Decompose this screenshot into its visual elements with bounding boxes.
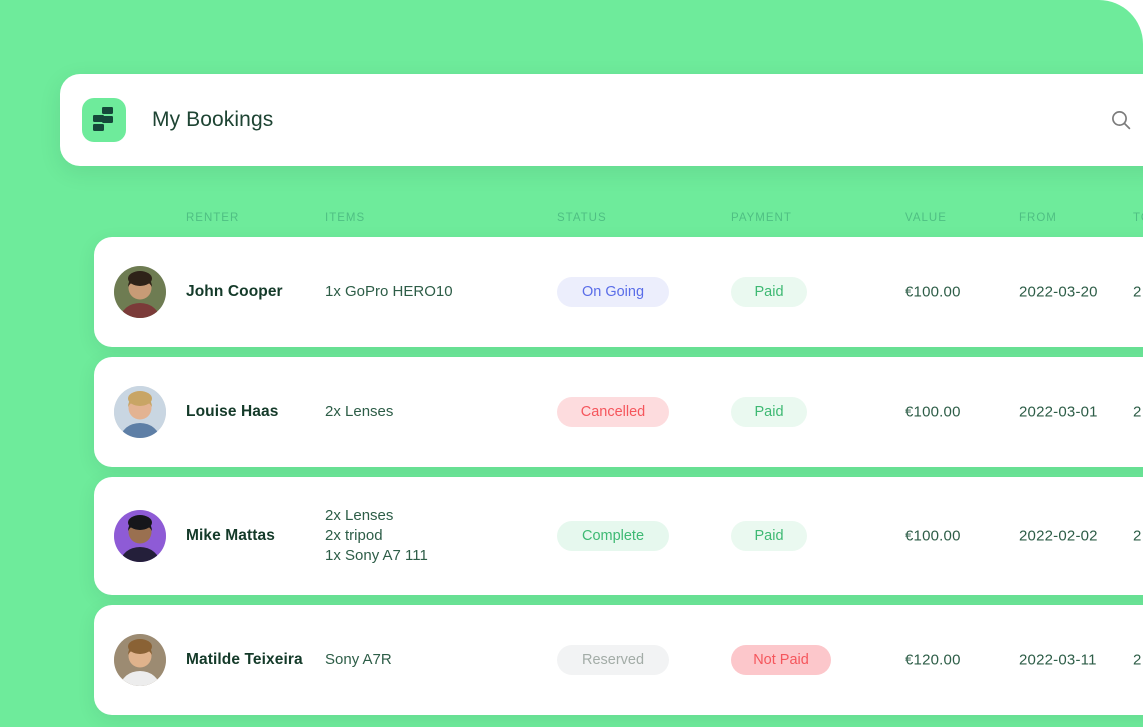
payment-badge[interactable]: Paid xyxy=(731,397,807,427)
item-line: 1x Sony A7 111 xyxy=(325,547,428,564)
column-header-status: STATUS xyxy=(557,212,607,224)
column-header-payment: PAYMENT xyxy=(731,212,792,224)
table-row[interactable]: John Cooper 1x GoPro HERO10 On Going Paid €1… xyxy=(94,237,1143,347)
payment-badge[interactable]: Paid xyxy=(731,521,807,551)
items-cell: Sony A7R xyxy=(325,650,392,670)
booking-dashboard: My Bookings RENTER ITEMS STATUS PAYMENT … xyxy=(0,0,1143,727)
to-date-cell: 2 xyxy=(1133,283,1142,301)
value-cell: €120.00 xyxy=(905,651,961,669)
table-row[interactable]: Mike Mattas 2x Lenses 2x tripod 1x Sony A7 … xyxy=(94,477,1143,595)
items-cell: 2x Lenses 2x tripod 1x Sony A7 111 xyxy=(325,506,428,566)
payment-badge[interactable]: Not Paid xyxy=(731,645,831,675)
item-line: 2x Lenses xyxy=(325,507,394,524)
items-cell: 1x GoPro HERO10 xyxy=(325,282,453,302)
avatar-mike-mattas xyxy=(114,510,166,562)
item-line: 2x tripod xyxy=(325,527,383,544)
column-header-renter: RENTER xyxy=(186,212,240,224)
avatar-john-cooper xyxy=(114,266,166,318)
column-header-value: VALUE xyxy=(905,212,947,224)
renter-name: Louise Haas xyxy=(186,403,279,420)
from-date-cell: 2022-03-11 xyxy=(1019,651,1097,669)
page-title: My Bookings xyxy=(152,108,274,131)
from-date-cell: 2022-03-01 xyxy=(1019,403,1098,421)
column-header-from: FROM xyxy=(1019,212,1057,224)
renter-name: Mike Mattas xyxy=(186,527,275,544)
table-row[interactable]: Louise Haas 2x Lenses Cancelled Paid €100.00… xyxy=(94,357,1143,467)
item-line: Sony A7R xyxy=(325,651,392,668)
item-line: 1x GoPro HERO10 xyxy=(325,283,453,300)
status-badge[interactable]: On Going xyxy=(557,277,669,307)
to-date-cell: 2 xyxy=(1133,403,1142,421)
table-column-headers: RENTER ITEMS STATUS PAYMENT VALUE FROM T… xyxy=(0,212,1143,232)
value-cell: €100.00 xyxy=(905,283,961,301)
column-header-to: TO xyxy=(1133,212,1143,224)
renter-name: John Cooper xyxy=(186,283,283,300)
from-date-cell: 2022-02-02 xyxy=(1019,527,1098,545)
renter-name: Matilde Teixeira xyxy=(186,651,303,668)
items-cell: 2x Lenses xyxy=(325,402,393,422)
item-line: 2x Lenses xyxy=(325,403,394,420)
value-cell: €100.00 xyxy=(905,527,961,545)
column-header-items: ITEMS xyxy=(325,212,366,224)
to-date-cell: 2 xyxy=(1133,527,1142,545)
status-badge[interactable]: Cancelled xyxy=(557,397,669,427)
value-cell: €100.00 xyxy=(905,403,961,421)
app-header: My Bookings xyxy=(60,74,1143,166)
to-date-cell: 2 xyxy=(1133,651,1142,669)
step-blocks-logo-icon xyxy=(82,98,126,142)
from-date-cell: 2022-03-20 xyxy=(1019,283,1098,301)
avatar-louise-haas xyxy=(114,386,166,438)
avatar-matilde-teixeira xyxy=(114,634,166,686)
status-badge[interactable]: Reserved xyxy=(557,645,669,675)
status-badge[interactable]: Complete xyxy=(557,521,669,551)
payment-badge[interactable]: Paid xyxy=(731,277,807,307)
search-icon[interactable] xyxy=(1104,103,1138,137)
table-row[interactable]: Matilde Teixeira Sony A7R Reserved Not Paid… xyxy=(94,605,1143,715)
